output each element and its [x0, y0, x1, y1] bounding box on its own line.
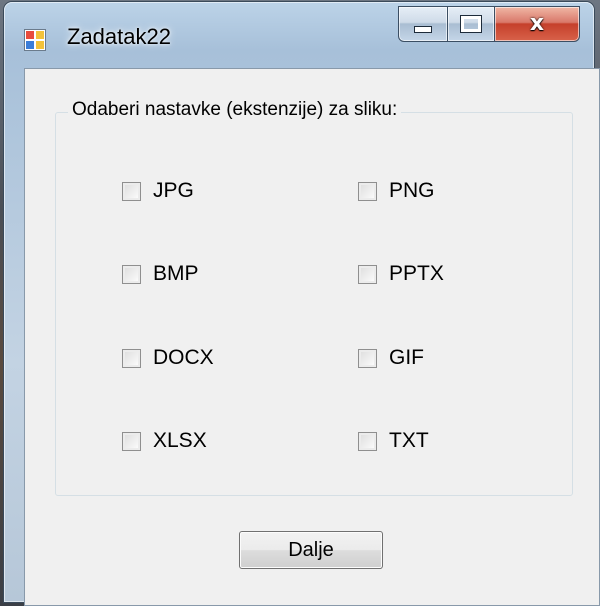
maximize-button[interactable]: [448, 6, 495, 42]
groupbox-legend: Odaberi nastavke (ekstenzije) za sliku:: [68, 99, 402, 121]
caption-buttons: x: [398, 6, 580, 42]
close-icon: x: [529, 11, 545, 36]
close-button[interactable]: x: [495, 6, 580, 42]
checkbox-box[interactable]: [358, 348, 377, 368]
checkbox-xlsx[interactable]: XLSX: [122, 429, 207, 453]
app-icon[interactable]: [24, 29, 46, 51]
checkbox-txt[interactable]: TXT: [358, 429, 429, 453]
checkbox-gif[interactable]: GIF: [358, 346, 424, 370]
extensions-groupbox: Odaberi nastavke (ekstenzije) za sliku: …: [55, 99, 573, 496]
checkbox-label: TXT: [389, 429, 429, 452]
app-window: Zadatak22 x Odaberi nastavke (ekstenzije…: [4, 2, 600, 606]
checkbox-box[interactable]: [122, 348, 141, 368]
checkbox-box[interactable]: [122, 264, 141, 284]
checkbox-jpg[interactable]: JPG: [122, 179, 194, 203]
checkbox-box[interactable]: [358, 264, 377, 284]
client-area: Odaberi nastavke (ekstenzije) za sliku: …: [24, 68, 600, 606]
title-bar[interactable]: Zadatak22 x: [4, 2, 594, 66]
checkbox-label: DOCX: [153, 346, 214, 369]
checkbox-box[interactable]: [358, 181, 377, 201]
checkbox-docx[interactable]: DOCX: [122, 346, 214, 370]
checkbox-png[interactable]: PNG: [358, 179, 435, 203]
minimize-button[interactable]: [398, 6, 448, 42]
checkbox-box[interactable]: [358, 431, 377, 451]
checkbox-label: XLSX: [153, 429, 207, 452]
checkbox-bmp[interactable]: BMP: [122, 262, 199, 286]
window-title: Zadatak22: [67, 24, 171, 49]
checkbox-pptx[interactable]: PPTX: [358, 262, 444, 286]
checkbox-label: PNG: [389, 179, 435, 202]
checkbox-box[interactable]: [122, 431, 141, 451]
maximize-icon: [460, 15, 482, 33]
minimize-icon: [414, 25, 432, 33]
next-button[interactable]: Dalje: [239, 531, 383, 569]
checkbox-box[interactable]: [122, 181, 141, 201]
checkbox-label: GIF: [389, 346, 424, 369]
checkbox-label: BMP: [153, 262, 199, 285]
checkbox-label: PPTX: [389, 262, 444, 285]
checkbox-label: JPG: [153, 179, 194, 202]
